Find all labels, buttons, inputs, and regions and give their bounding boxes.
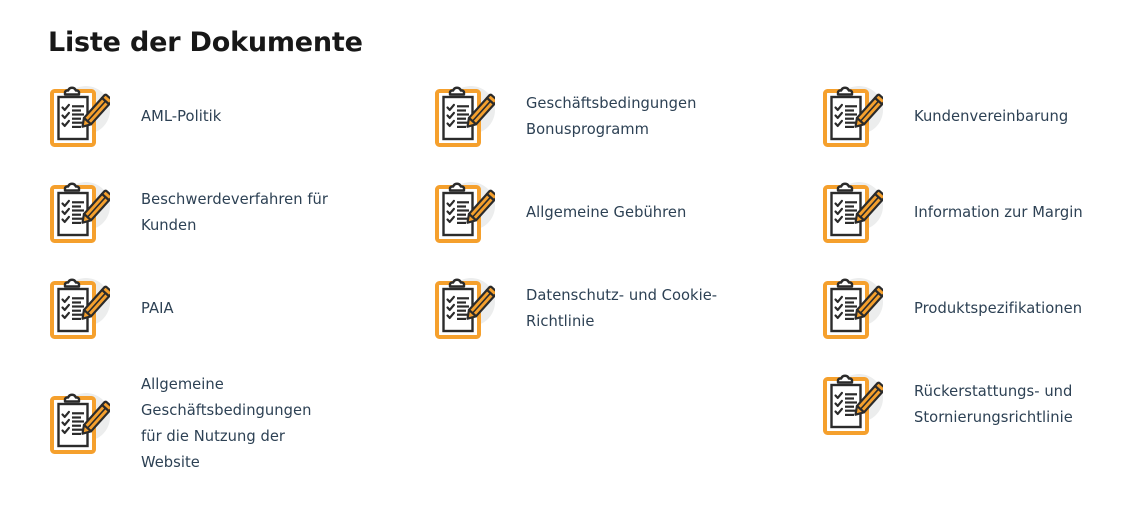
document-label: Allgemeine Gebühren	[526, 204, 687, 221]
clipboard-checklist-pencil-icon	[821, 84, 883, 150]
document-link-allgemeine-gebuehren[interactable]: Allgemeine Gebühren	[433, 180, 763, 246]
clipboard-checklist-pencil-icon	[48, 180, 110, 246]
clipboard-checklist-pencil-icon	[821, 276, 883, 342]
document-link-rueckerstattungs-stornierungsrichtlinie[interactable]: Rückerstattungs- und Stornierungsrichtli…	[821, 372, 1122, 438]
document-label: Information zur Margin	[914, 204, 1083, 221]
document-link-agb-website[interactable]: Allgemeine Geschäftsbedingungen für die …	[48, 372, 378, 476]
document-link-paia[interactable]: PAIA	[48, 276, 378, 342]
document-label: Produktspezifikationen	[914, 300, 1083, 317]
clipboard-checklist-pencil-icon	[433, 180, 495, 246]
document-label: PAIA	[141, 300, 174, 317]
clipboard-checklist-pencil-icon	[821, 180, 883, 246]
document-label: AML-Politik	[141, 108, 222, 125]
document-label: Geschäftsbedingungen Bonusprogramm	[526, 95, 697, 138]
document-label: Rückerstattungs- und Stornierungsrichtli…	[914, 383, 1073, 426]
document-label: Beschwerdeverfahren für Kunden	[141, 191, 328, 234]
document-link-geschaeftsbedingungen-bonusprogramm[interactable]: Geschäftsbedingungen Bonusprogramm	[433, 84, 763, 150]
clipboard-checklist-pencil-icon	[48, 391, 110, 457]
clipboard-checklist-pencil-icon	[821, 372, 883, 438]
page-title: Liste der Dokumente	[48, 27, 363, 59]
document-list-page: Liste der Dokumente AML-Politik Beschwer…	[0, 0, 1122, 527]
document-link-datenschutz-cookie-richtlinie[interactable]: Datenschutz- und Cookie- Richtlinie	[433, 276, 763, 342]
document-link-information-zur-margin[interactable]: Information zur Margin	[821, 180, 1122, 246]
clipboard-checklist-pencil-icon	[433, 276, 495, 342]
document-link-beschwerdeverfahren[interactable]: Beschwerdeverfahren für Kunden	[48, 180, 378, 246]
clipboard-checklist-pencil-icon	[48, 276, 110, 342]
clipboard-checklist-pencil-icon	[433, 84, 495, 150]
document-label: Datenschutz- und Cookie- Richtlinie	[526, 287, 718, 330]
document-label: Allgemeine Geschäftsbedingungen für die …	[141, 376, 312, 471]
document-label: Kundenvereinbarung	[914, 108, 1069, 125]
document-link-kundenvereinbarung[interactable]: Kundenvereinbarung	[821, 84, 1122, 150]
document-link-aml-politik[interactable]: AML-Politik	[48, 84, 378, 150]
document-link-produktspezifikationen[interactable]: Produktspezifikationen	[821, 276, 1122, 342]
clipboard-checklist-pencil-icon	[48, 84, 110, 150]
